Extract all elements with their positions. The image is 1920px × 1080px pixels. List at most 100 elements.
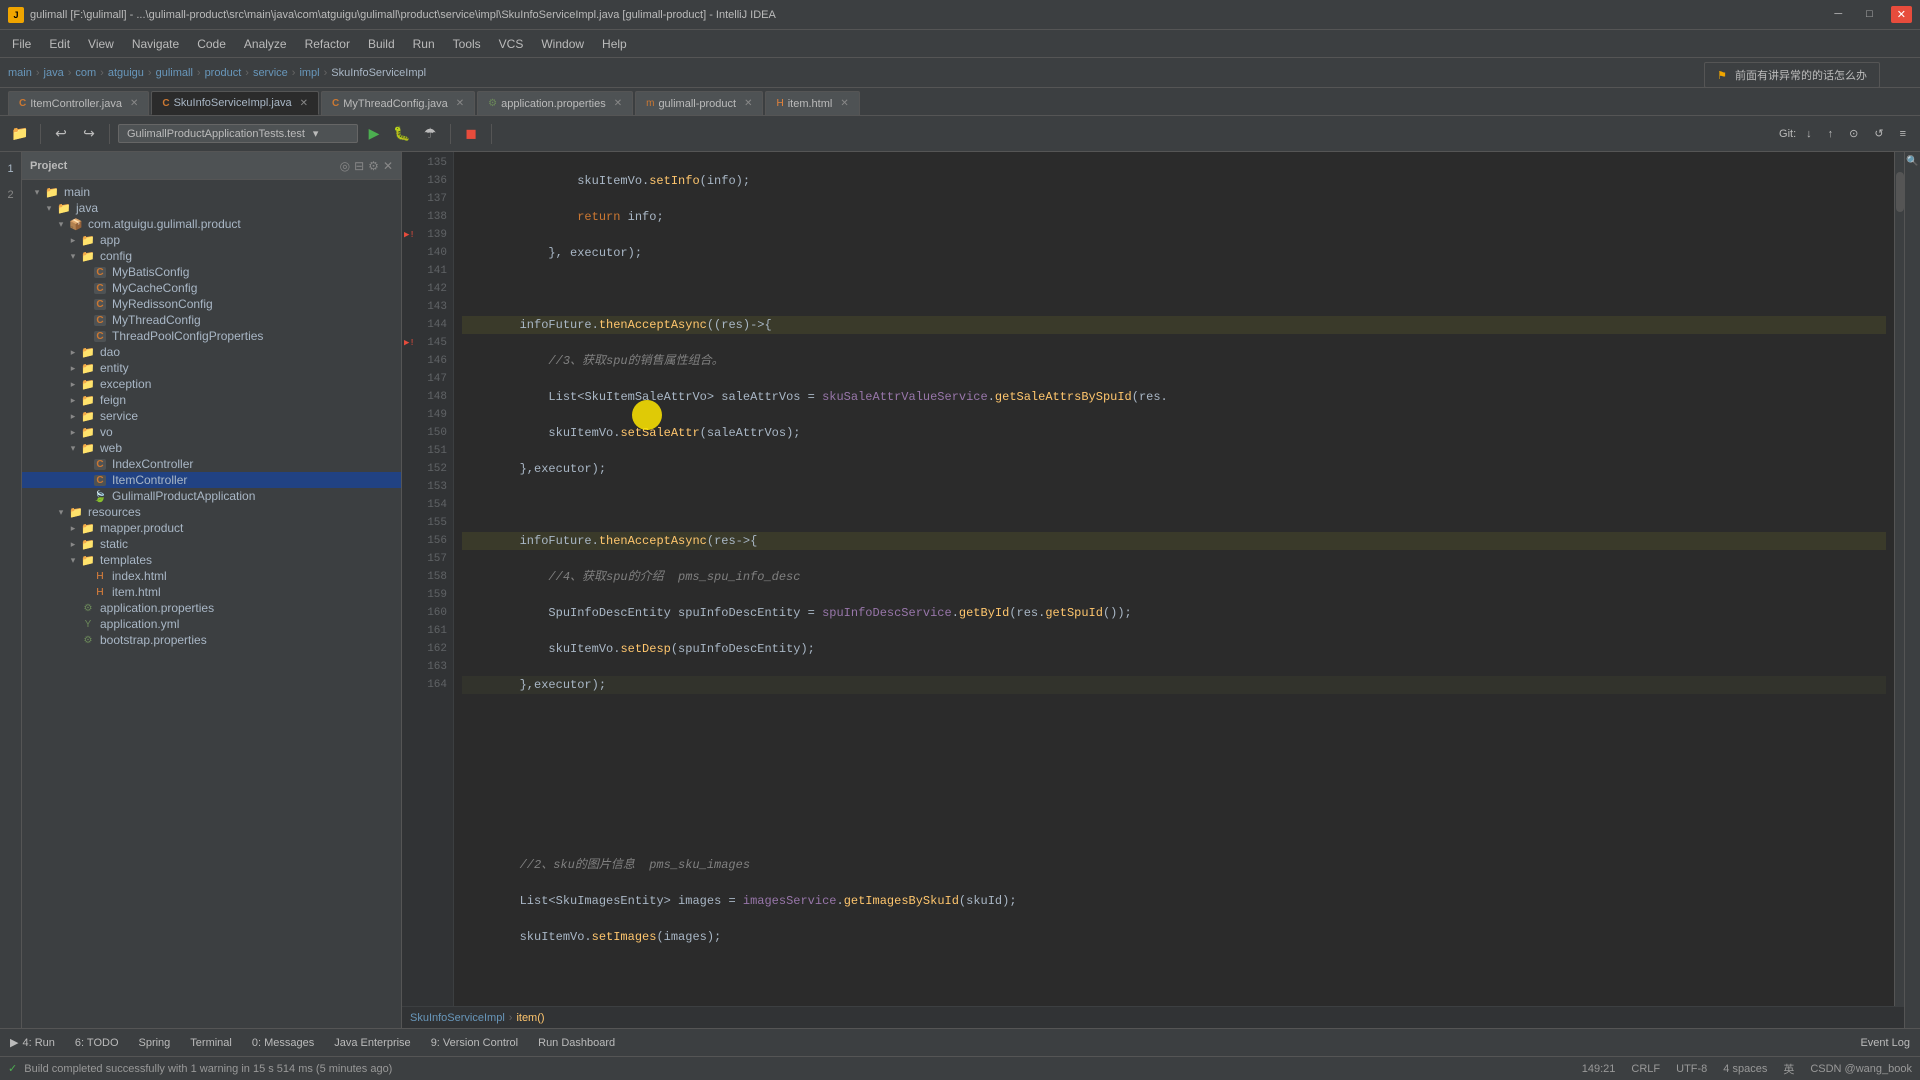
bc-main[interactable]: main bbox=[8, 67, 32, 79]
bottom-tab-messages[interactable]: 0: Messages bbox=[242, 1029, 324, 1057]
project-collapse-icon[interactable]: ⊟ bbox=[354, 159, 364, 173]
bc-gulimall[interactable]: gulimall bbox=[156, 67, 193, 79]
tree-package[interactable]: ▾ 📦 com.atguigu.gulimall.product bbox=[22, 216, 401, 232]
tree-exception[interactable]: ▸ 📁 exception bbox=[22, 376, 401, 392]
tree-app[interactable]: ▸ 📁 app bbox=[22, 232, 401, 248]
menu-file[interactable]: File bbox=[4, 34, 39, 54]
project-close-icon[interactable]: ✕ bbox=[383, 159, 393, 173]
bottom-tab-spring[interactable]: Spring bbox=[129, 1029, 181, 1057]
project-locate-icon[interactable]: ◎ bbox=[340, 159, 350, 173]
debug-button[interactable]: 🐛 bbox=[390, 122, 414, 146]
bottom-tab-run-dashboard[interactable]: Run Dashboard bbox=[528, 1029, 625, 1057]
toolbar-undo[interactable]: ↩ bbox=[49, 122, 73, 146]
git-update[interactable]: ↓ bbox=[1800, 126, 1818, 142]
tab-close-icon[interactable]: ✕ bbox=[130, 98, 138, 109]
menu-navigate[interactable]: Navigate bbox=[124, 34, 187, 54]
menu-run[interactable]: Run bbox=[405, 34, 443, 54]
bottom-tab-run[interactable]: ▶ 4: Run bbox=[0, 1029, 65, 1057]
tree-bootstrap-props[interactable]: ⚙ bootstrap.properties bbox=[22, 632, 401, 648]
run-button[interactable]: ▶ bbox=[362, 122, 386, 146]
side-icon-project[interactable]: 1 bbox=[2, 160, 20, 178]
toolbar-project-btn[interactable]: 📁 bbox=[8, 122, 32, 146]
bc-atguigu[interactable]: atguigu bbox=[108, 67, 144, 79]
git-history[interactable]: ⊙ bbox=[1843, 125, 1864, 142]
tree-mapper[interactable]: ▸ 📁 mapper.product bbox=[22, 520, 401, 536]
bc-file[interactable]: SkuInfoServiceImpl bbox=[331, 67, 426, 79]
close-button[interactable]: ✕ bbox=[1891, 6, 1912, 23]
tree-mythreadconfig[interactable]: C MyThreadConfig bbox=[22, 312, 401, 328]
tree-main[interactable]: ▾ 📁 main bbox=[22, 184, 401, 200]
tab-item-controller[interactable]: C ItemController.java ✕ bbox=[8, 91, 149, 115]
tab-close-icon5[interactable]: ✕ bbox=[744, 98, 752, 109]
bottom-tab-version-control[interactable]: 9: Version Control bbox=[421, 1029, 528, 1057]
tab-gulimall-product[interactable]: m gulimall-product ✕ bbox=[635, 91, 763, 115]
maximize-button[interactable]: □ bbox=[1860, 6, 1879, 23]
tree-entity[interactable]: ▸ 📁 entity bbox=[22, 360, 401, 376]
code-container[interactable]: 135 136 137 138 ▶!139 140 141 142 143 14… bbox=[402, 152, 1904, 1006]
git-annotate[interactable]: ≡ bbox=[1894, 126, 1912, 142]
tab-application-props[interactable]: ⚙ application.properties ✕ bbox=[477, 91, 633, 115]
tab-skuinfo[interactable]: C SkuInfoServiceImpl.java ✕ bbox=[151, 91, 319, 115]
tab-item-html[interactable]: H item.html ✕ bbox=[765, 91, 859, 115]
toolbar-redo[interactable]: ↪ bbox=[77, 122, 101, 146]
tree-java[interactable]: ▾ 📁 java bbox=[22, 200, 401, 216]
tree-application-props[interactable]: ⚙ application.properties bbox=[22, 600, 401, 616]
tree-application-yml[interactable]: Y application.yml bbox=[22, 616, 401, 632]
status-position[interactable]: 149:21 bbox=[1582, 1063, 1616, 1075]
tab-mythreadconfig[interactable]: C MyThreadConfig.java ✕ bbox=[321, 91, 475, 115]
coverage-button[interactable]: ☂ bbox=[418, 122, 442, 146]
tab-close-icon3[interactable]: ✕ bbox=[456, 98, 464, 109]
bottom-tab-todo[interactable]: 6: TODO bbox=[65, 1029, 129, 1057]
stop-button[interactable]: ◼ bbox=[459, 122, 483, 146]
menu-analyze[interactable]: Analyze bbox=[236, 34, 295, 54]
tree-itemcontroller[interactable]: C ItemController bbox=[22, 472, 401, 488]
tab-close-icon6[interactable]: ✕ bbox=[840, 98, 848, 109]
tab-close-icon2[interactable]: ✕ bbox=[300, 98, 308, 109]
menu-code[interactable]: Code bbox=[189, 34, 234, 54]
tree-myredissonconfig[interactable]: C MyRedissonConfig bbox=[22, 296, 401, 312]
git-revert[interactable]: ↺ bbox=[1868, 125, 1889, 142]
tree-threadpoolconfig[interactable]: C ThreadPoolConfigProperties bbox=[22, 328, 401, 344]
tree-service[interactable]: ▸ 📁 service bbox=[22, 408, 401, 424]
bottom-tab-terminal[interactable]: Terminal bbox=[180, 1029, 242, 1057]
code-editor[interactable]: skuItemVo.setInfo(info); return info; },… bbox=[454, 152, 1894, 1006]
git-push[interactable]: ↑ bbox=[1822, 126, 1840, 142]
menu-edit[interactable]: Edit bbox=[41, 34, 78, 54]
menu-refactor[interactable]: Refactor bbox=[297, 34, 358, 54]
tree-feign[interactable]: ▸ 📁 feign bbox=[22, 392, 401, 408]
tree-dao[interactable]: ▸ 📁 dao bbox=[22, 344, 401, 360]
tree-templates[interactable]: ▾ 📁 templates bbox=[22, 552, 401, 568]
project-settings-icon[interactable]: ⚙ bbox=[368, 159, 379, 173]
tree-mycacheconfig[interactable]: C MyCacheConfig bbox=[22, 280, 401, 296]
minimize-button[interactable]: ─ bbox=[1828, 6, 1848, 23]
tree-gulimallapp[interactable]: 🍃 GulimallProductApplication bbox=[22, 488, 401, 504]
right-icon-1[interactable]: 🔍 bbox=[1906, 156, 1918, 167]
bottom-tab-java-enterprise[interactable]: Java Enterprise bbox=[324, 1029, 420, 1057]
tree-web[interactable]: ▾ 📁 web bbox=[22, 440, 401, 456]
run-config-selector[interactable]: GulimallProductApplicationTests.test ▾ bbox=[118, 124, 358, 143]
tree-config[interactable]: ▾ 📁 config bbox=[22, 248, 401, 264]
menu-tools[interactable]: Tools bbox=[445, 34, 489, 54]
side-icon-structure[interactable]: 2 bbox=[2, 186, 20, 204]
menu-build[interactable]: Build bbox=[360, 34, 403, 54]
bc-service[interactable]: service bbox=[253, 67, 288, 79]
status-lang[interactable]: 英 bbox=[1783, 1061, 1794, 1077]
bc-com[interactable]: com bbox=[75, 67, 96, 79]
menu-window[interactable]: Window bbox=[533, 34, 592, 54]
tree-vo[interactable]: ▸ 📁 vo bbox=[22, 424, 401, 440]
vertical-scrollbar[interactable] bbox=[1894, 152, 1904, 1006]
status-crlf[interactable]: CRLF bbox=[1631, 1063, 1660, 1075]
menu-view[interactable]: View bbox=[80, 34, 122, 54]
bc-product[interactable]: product bbox=[205, 67, 242, 79]
tree-item-html[interactable]: H item.html bbox=[22, 584, 401, 600]
scroll-thumb[interactable] bbox=[1896, 172, 1904, 212]
menu-vcs[interactable]: VCS bbox=[491, 34, 532, 54]
menu-help[interactable]: Help bbox=[594, 34, 635, 54]
status-indent[interactable]: 4 spaces bbox=[1723, 1063, 1767, 1075]
tree-mybatisconfig[interactable]: C MyBatisConfig bbox=[22, 264, 401, 280]
bottom-tab-event-log[interactable]: Event Log bbox=[1850, 1029, 1920, 1057]
status-charset[interactable]: UTF-8 bbox=[1676, 1063, 1707, 1075]
tree-resources[interactable]: ▾ 📁 resources bbox=[22, 504, 401, 520]
tree-indexcontroller[interactable]: C IndexController bbox=[22, 456, 401, 472]
tab-close-icon4[interactable]: ✕ bbox=[614, 98, 622, 109]
